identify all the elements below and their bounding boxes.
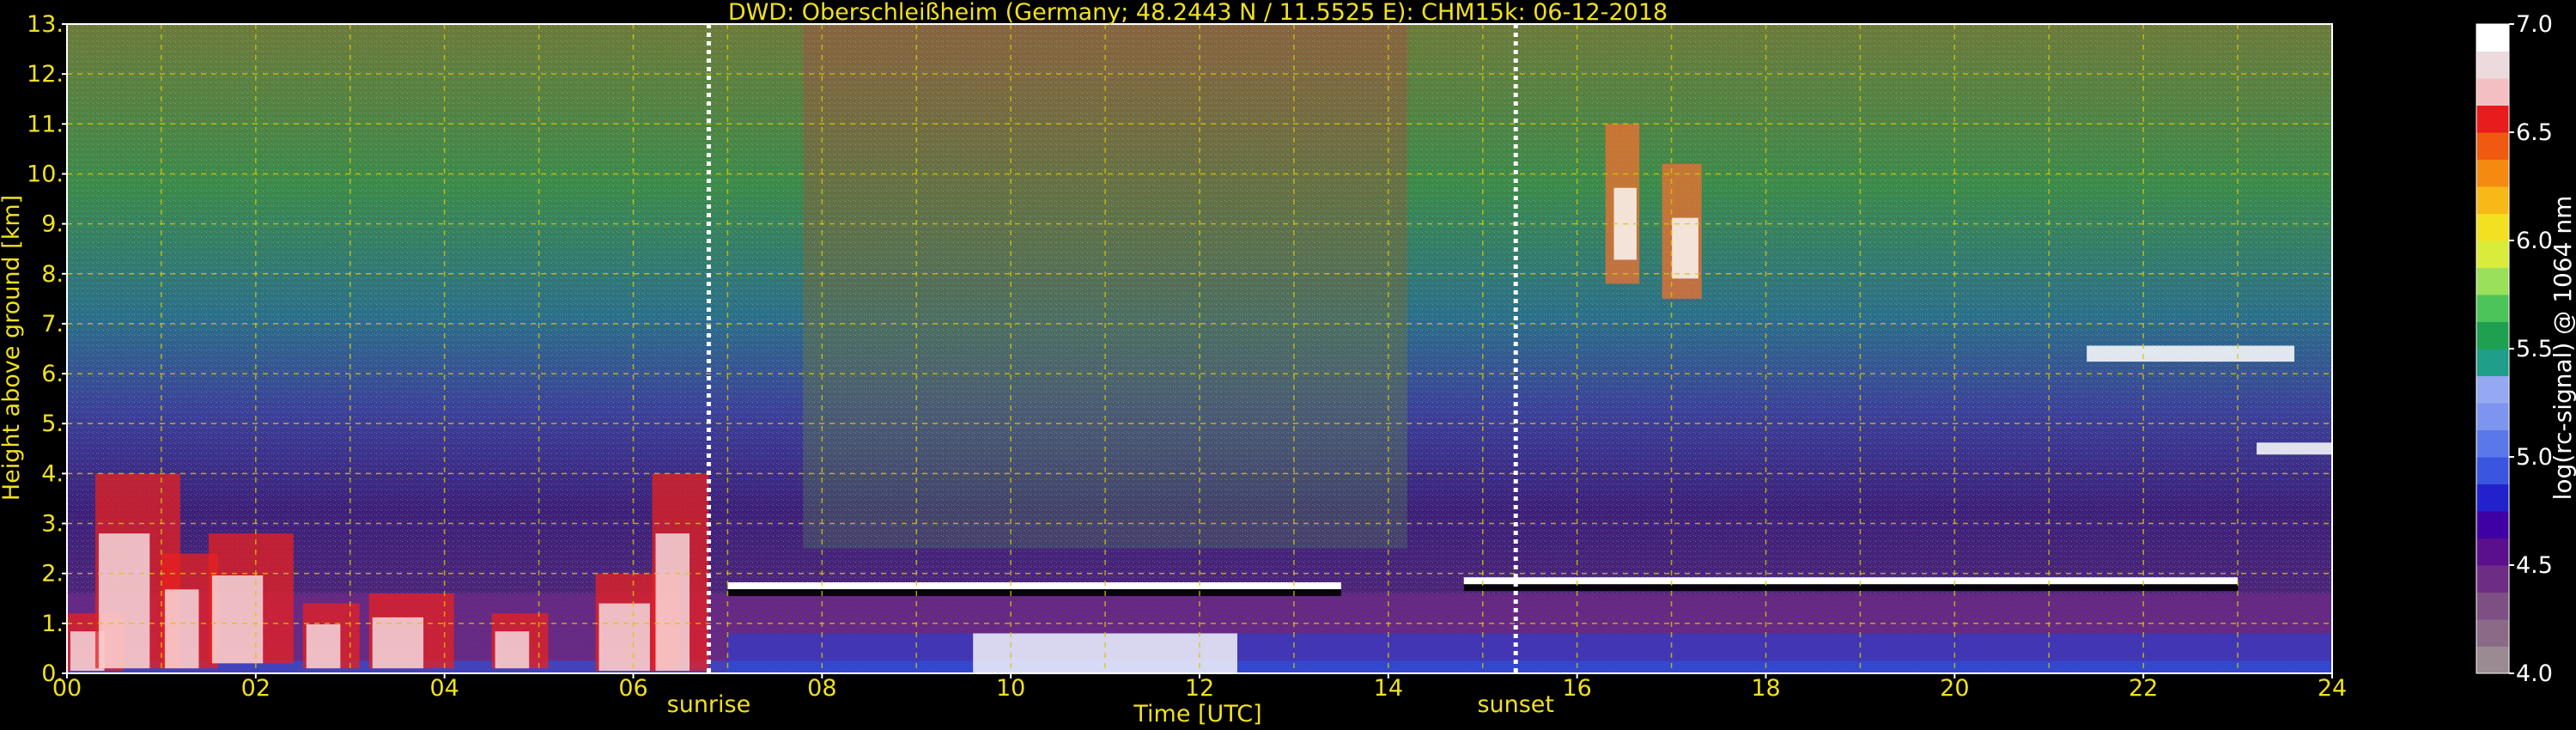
colorbar-segment [2476,403,2509,430]
aerosol-core [98,533,150,669]
colorbar-segment [2476,511,2509,538]
x-tick-label: 04 [429,675,459,702]
colorbar-segment [2476,321,2509,350]
mid-level-cloud [2257,442,2332,455]
chart-title: DWD: Oberschleißheim (Germany; 48.2443 N… [728,0,1668,26]
y-tick-label: 6. [41,361,64,387]
y-tick-label: 9. [41,211,64,238]
colorbar-segment [2476,592,2509,620]
colorbar-segment [2476,51,2509,79]
y-tick-label: 13. [27,11,64,38]
mid-level-cloud [2087,345,2295,362]
colorbar-segment [2476,240,2509,268]
colorbar-segment [2476,646,2509,674]
aerosol-core [211,575,264,664]
colorbar-segment [2476,24,2509,52]
y-tick-label: 11. [27,111,64,137]
y-tick-label: 7. [41,311,64,338]
colorbar-tick-label: 7.0 [2516,11,2553,38]
colorbar-segment [2476,159,2509,187]
colorbar-tick-label: 4.5 [2516,552,2553,579]
x-tick-label: 12 [1185,675,1214,702]
colorbar-segment [2476,295,2509,322]
aerosol-core [306,624,341,669]
x-tick-label: 08 [807,675,836,702]
cloud-layer [727,582,1341,590]
sun-marker-label: sunset [1477,691,1554,718]
x-tick-label: 02 [241,675,270,702]
colorbar-segment [2476,213,2509,241]
cloud-layer [1463,577,2239,585]
colorbar-tick-label: 5.0 [2516,444,2553,471]
colorbar-segment [2476,132,2509,160]
colorbar-segment [2476,619,2509,647]
y-axis-label: Height above ground [km] [0,195,25,501]
y-tick-label: 5. [41,411,64,437]
y-tick-label: 12. [27,61,64,88]
sun-marker-label: sunrise [667,691,751,718]
colorbar-tick-label: 5.5 [2516,336,2553,362]
x-axis-label: Time [UTC] [1133,701,1261,727]
x-tick-label: 06 [618,675,647,702]
colorbar-segment [2476,457,2509,484]
x-tick-label: 24 [2318,675,2347,702]
colorbar-segment [2476,538,2509,566]
y-tick-label: 3. [41,511,64,538]
colorbar-tick-label: 6.5 [2516,119,2553,146]
colorbar-segment [2476,565,2509,593]
x-tick-label: 14 [1374,675,1403,702]
y-tick-label: 4. [41,460,64,487]
aerosol-core [495,631,530,669]
colorbar-segment [2476,349,2509,376]
colorbar-segment [2476,78,2509,106]
colorbar-tick-label: 6.0 [2516,228,2553,254]
aerosol-core [372,617,424,669]
x-tick-label: 20 [1940,675,1969,702]
colorbar-segment [2476,186,2509,214]
cirrus-core [1672,217,1698,279]
colorbar-segment [2476,375,2509,404]
x-tick-label: 10 [996,675,1025,702]
colorbar-segment [2476,429,2509,458]
colorbar-segment [2476,267,2509,295]
colorbar: 4.0 4.5 5.0 5.5 6.0 6.5 7.0 [2476,11,2553,687]
aerosol-core [164,589,199,669]
y-tick-label: 1. [41,611,64,637]
colorbar-label: log(rc-signal) @ 1064 nm [2549,196,2576,501]
aerosol-core [655,533,690,672]
x-tick-label: 18 [1751,675,1780,702]
y-tick-label: 2. [41,561,64,587]
y-tick-label: 0. [41,660,64,687]
y-tick-label: 10. [27,161,64,187]
y-tick-label: 8. [41,261,64,288]
x-tick-label: 16 [1562,675,1591,702]
x-tick-label: 22 [2129,675,2158,702]
ceilometer-figure: sunrise sunset 00 02 04 06 08 10 12 14 16 18 20 22 24… [0,0,2576,727]
colorbar-tick-label: 4.0 [2516,660,2553,687]
aerosol-core [598,603,650,672]
colorbar-segment [2476,484,2509,512]
colorbar-segment [2476,105,2509,133]
